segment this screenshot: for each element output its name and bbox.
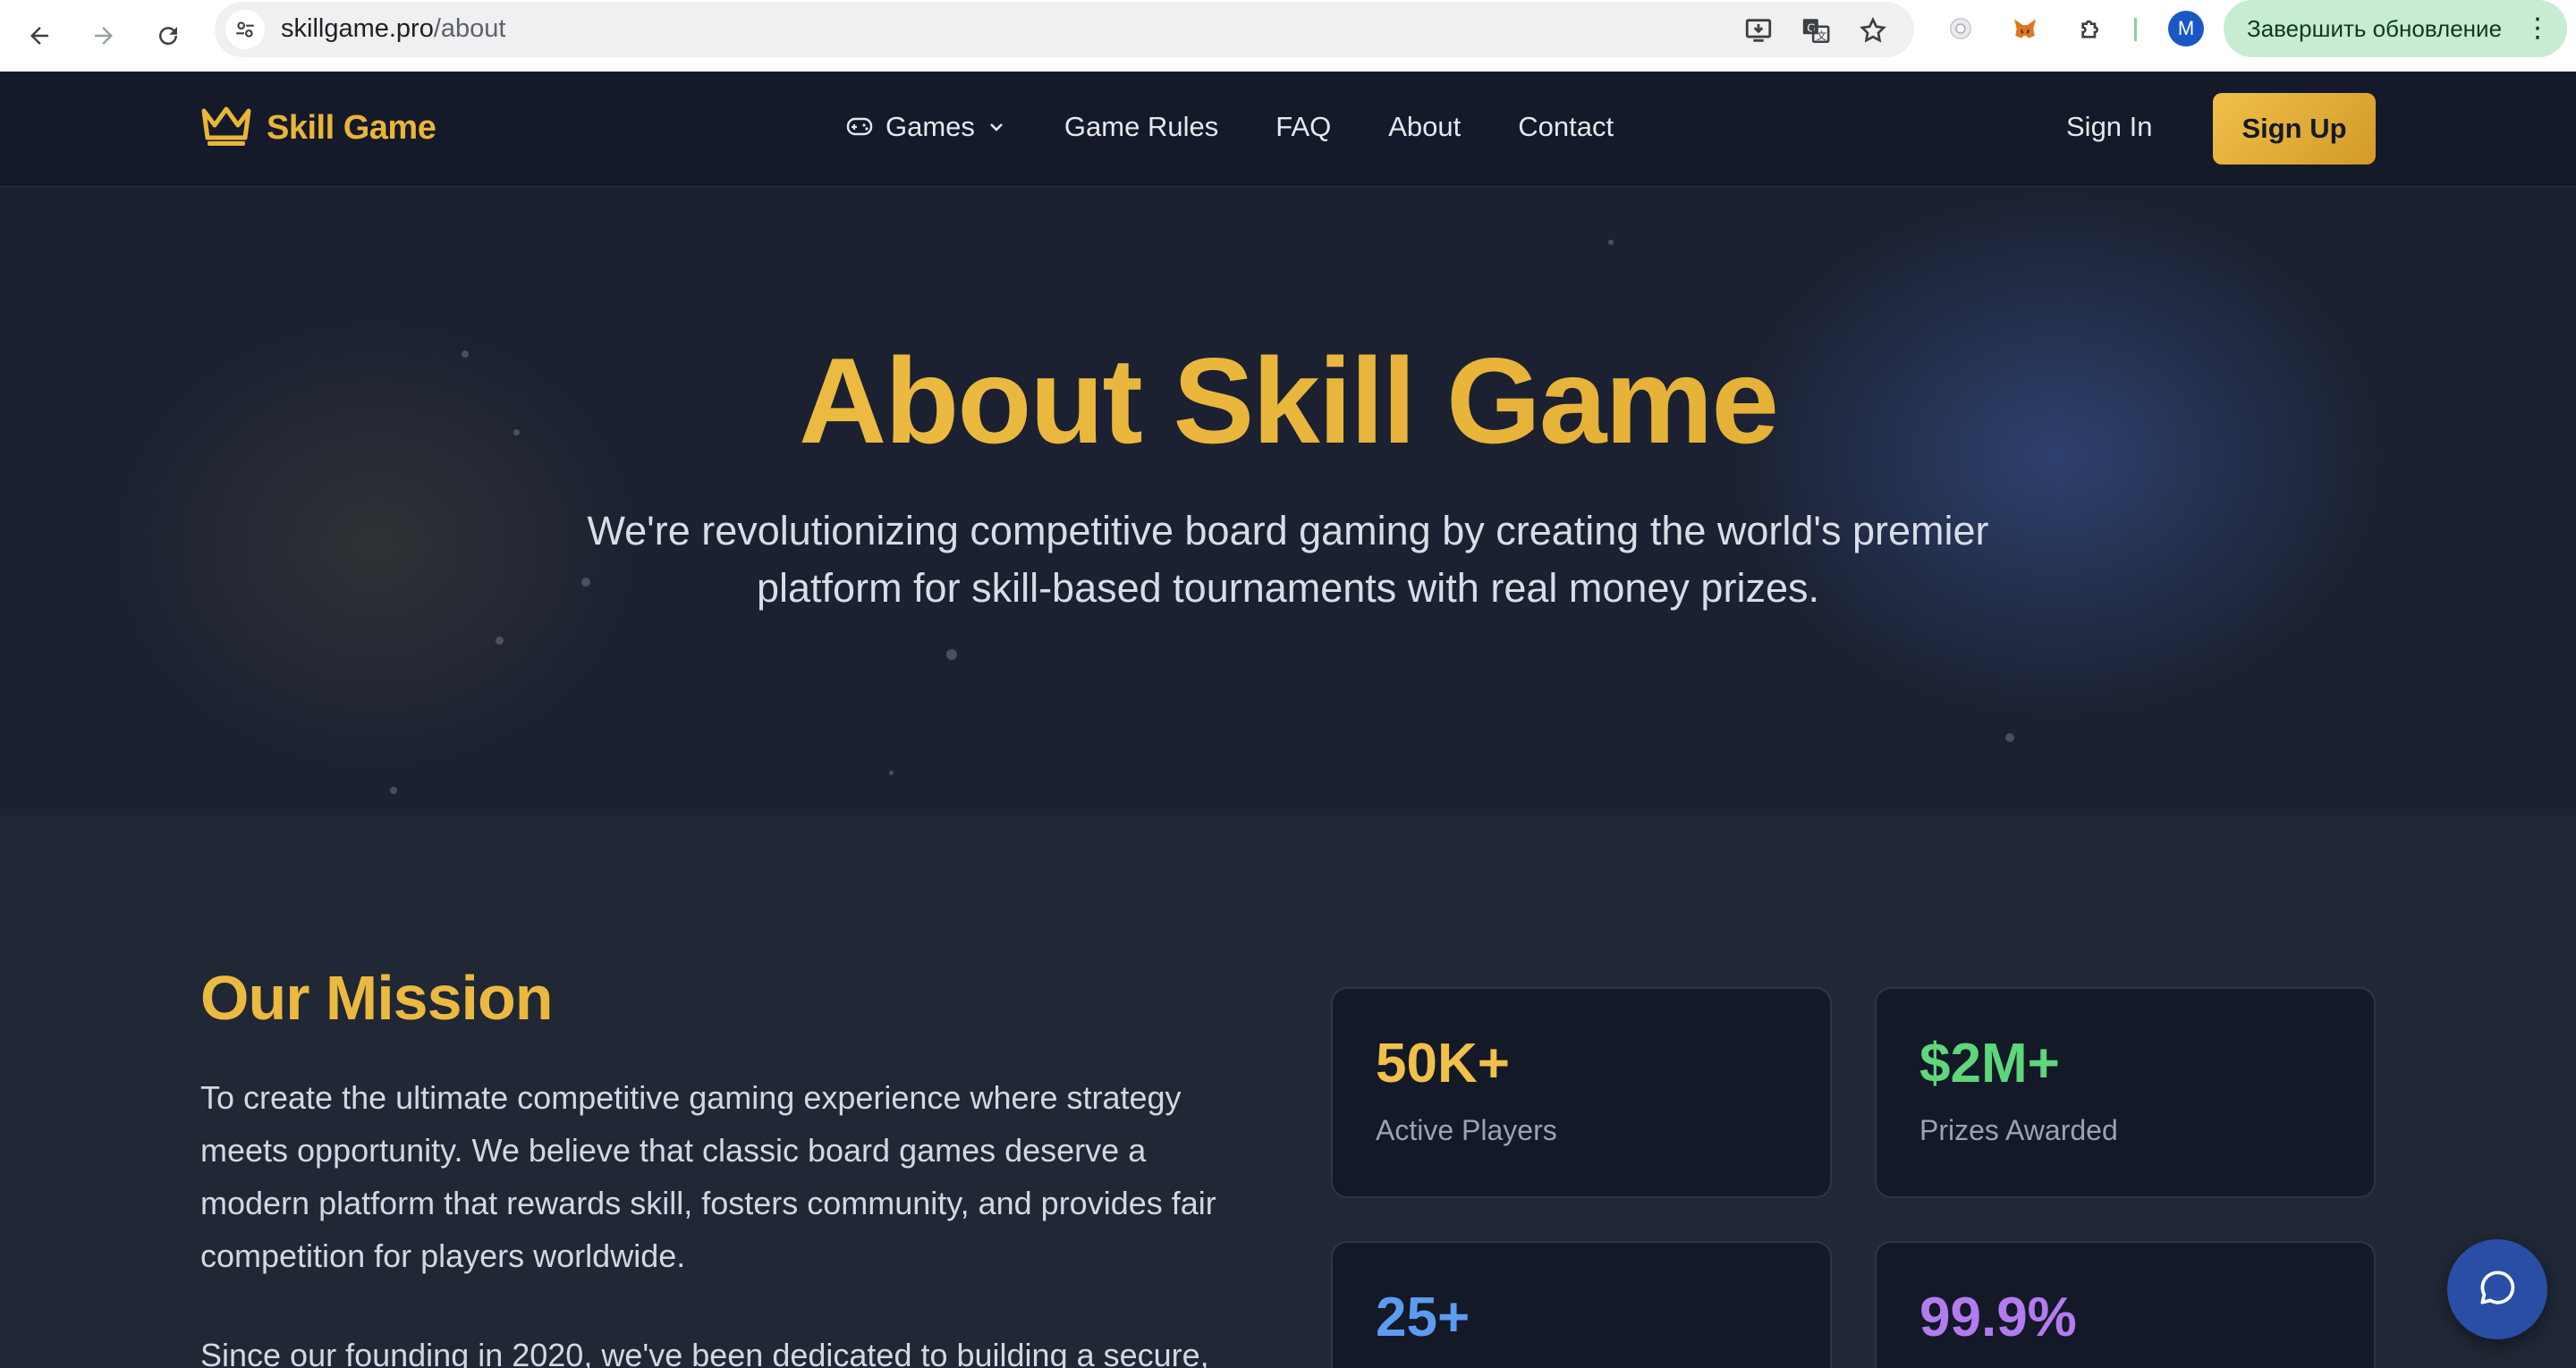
svg-text:G: G	[1807, 21, 1816, 35]
stat-value: 50K+	[1376, 1033, 1510, 1094]
stat-value: 99.9%	[1919, 1287, 2077, 1348]
main-nav: Games Game Rules FAQ About Contact	[846, 111, 1671, 143]
sign-in-link[interactable]: Sign In	[2066, 111, 2153, 143]
update-browser-label: Завершить обновление	[2247, 14, 2503, 42]
address-bar[interactable]: skillgame.pro/about G文	[215, 2, 1914, 57]
site-header: Skill Game Games Game Rules FAQ About Co…	[0, 72, 2576, 187]
stat-card-players: 50K+ Active Players	[1331, 987, 1832, 1198]
update-browser-button[interactable]: Завершить обновление ⋮	[2224, 0, 2567, 57]
stat-card-games: 25+	[1331, 1241, 1832, 1368]
mission-section: Our Mission To create the ultimate compe…	[0, 815, 2576, 1368]
nav-contact[interactable]: Contact	[1518, 111, 1614, 143]
page-subtitle: We're revolutionizing competitive board …	[587, 508, 1989, 611]
bookmark-star-icon[interactable]	[1855, 13, 1891, 48]
nav-games-label: Games	[886, 111, 975, 142]
nav-about[interactable]: About	[1388, 111, 1461, 143]
extensions-puzzle-icon[interactable]	[2073, 11, 2109, 46]
decorative-particle	[1608, 240, 1614, 245]
stat-value: 25+	[1376, 1287, 1470, 1348]
install-app-icon[interactable]	[1741, 13, 1776, 48]
translate-icon[interactable]: G文	[1798, 13, 1834, 48]
decorative-particle	[946, 649, 957, 660]
site-logo[interactable]: Skill Game	[200, 104, 436, 153]
stat-card-prizes: $2M+ Prizes Awarded	[1875, 987, 2376, 1198]
profile-avatar[interactable]: M	[2168, 11, 2204, 46]
browser-toolbar: skillgame.pro/about G文 M Завершить обнов…	[0, 0, 2576, 72]
mission-paragraph-2: Since our founding in 2020, we've been d…	[200, 1337, 1209, 1368]
svg-text:文: 文	[1817, 30, 1826, 42]
page-title: About Skill Game	[0, 331, 2576, 470]
nav-game-rules[interactable]: Game Rules	[1064, 111, 1218, 143]
sign-up-button[interactable]: Sign Up	[2213, 93, 2376, 165]
hero-section: About Skill Game We're revolutionizing c…	[0, 188, 2576, 815]
stat-label: Prizes Awarded	[1919, 1114, 2118, 1146]
stat-value: $2M+	[1919, 1033, 2060, 1094]
chat-bubble-icon	[2475, 1265, 2520, 1314]
gamepad-icon	[846, 116, 873, 138]
decorative-particle	[889, 771, 894, 775]
nav-faq[interactable]: FAQ	[1275, 111, 1331, 143]
logo-text: Skill Game	[267, 109, 436, 147]
url-text: skillgame.pro/about	[281, 14, 506, 43]
decorative-particle	[390, 787, 397, 794]
toolbar-divider	[2134, 18, 2137, 41]
forward-icon[interactable]	[80, 13, 127, 59]
mission-heading: Our Mission	[200, 963, 553, 1033]
mission-paragraph: To create the ultimate competitive gamin…	[200, 1079, 1216, 1274]
metamask-fox-icon[interactable]	[2007, 11, 2043, 46]
stat-card-uptime: 99.9%	[1875, 1241, 2376, 1368]
chat-support-button[interactable]	[2447, 1239, 2547, 1339]
extension-camera-icon[interactable]	[1943, 11, 1979, 46]
nav-games[interactable]: Games	[846, 111, 1007, 143]
crown-icon	[200, 104, 252, 153]
decorative-particle	[496, 637, 504, 645]
decorative-particle	[2005, 733, 2014, 742]
back-icon[interactable]	[16, 13, 63, 59]
stat-label: Active Players	[1376, 1114, 1557, 1146]
reload-icon[interactable]	[145, 13, 191, 59]
more-menu-icon[interactable]: ⋮	[2524, 13, 2551, 44]
chevron-down-icon	[986, 116, 1007, 138]
site-settings-icon[interactable]	[225, 10, 265, 49]
